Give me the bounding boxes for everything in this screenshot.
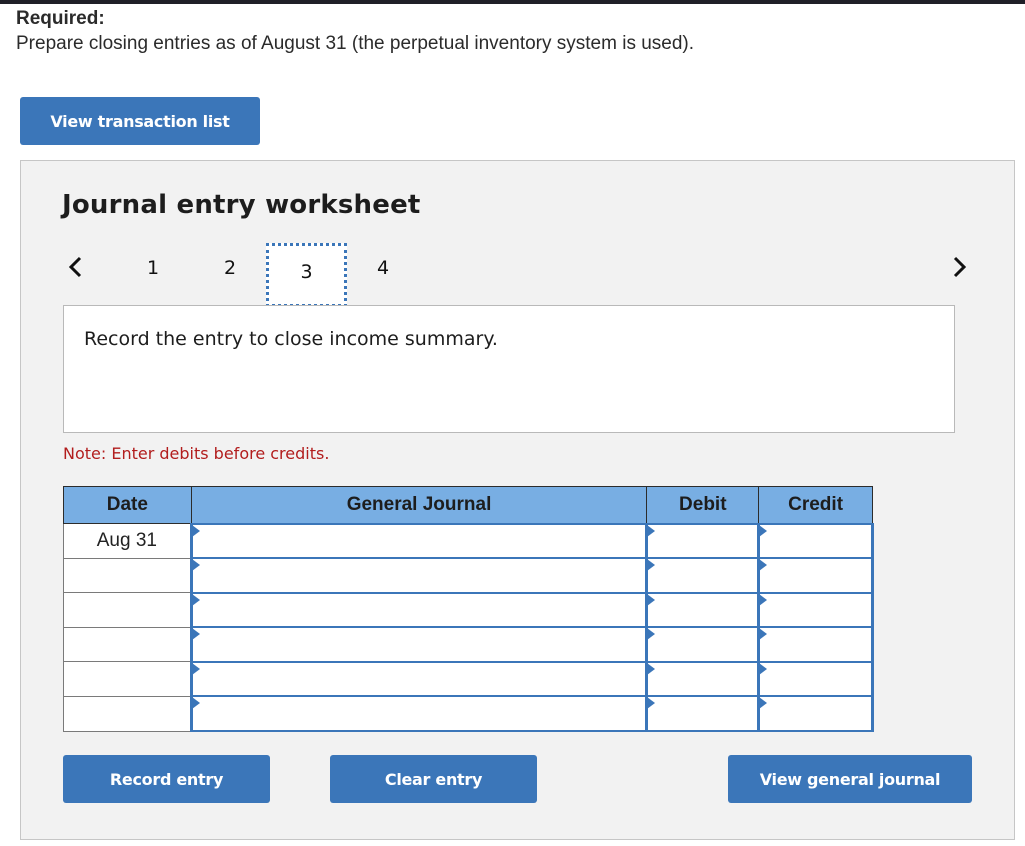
credit-cell <box>757 591 874 629</box>
view-general-journal-button[interactable]: View general journal <box>728 755 972 803</box>
prev-page-button[interactable] <box>64 252 88 282</box>
date-cell <box>63 626 192 663</box>
journal-table: Date General Journal Debit Credit Aug 31 <box>63 486 874 733</box>
debit-input[interactable] <box>648 662 758 696</box>
clear-entry-button[interactable]: Clear entry <box>330 755 537 803</box>
credit-input[interactable] <box>760 524 871 558</box>
note-text: Note: Enter debits before credits. <box>63 444 330 463</box>
chevron-left-icon <box>68 256 82 278</box>
worksheet-title: Journal entry worksheet <box>62 190 421 220</box>
credit-cell <box>757 626 874 663</box>
credit-input[interactable] <box>760 559 871 592</box>
account-cell <box>189 557 649 594</box>
credit-cell <box>757 660 874 698</box>
table-row: Aug 31 <box>63 522 874 560</box>
credit-input[interactable] <box>760 662 871 696</box>
required-label: Required: <box>16 8 105 29</box>
date-cell <box>63 592 192 628</box>
debit-input[interactable] <box>648 524 758 558</box>
table-row <box>63 660 874 698</box>
credit-cell <box>757 695 874 733</box>
debit-cell <box>645 591 761 629</box>
next-page-button[interactable] <box>948 252 972 282</box>
view-transaction-list-button[interactable]: View transaction list <box>20 97 260 145</box>
table-row <box>63 695 874 733</box>
column-header-general-journal: General Journal <box>190 486 648 524</box>
debit-input[interactable] <box>648 697 758 731</box>
credit-cell <box>757 557 874 594</box>
debit-cell <box>645 695 761 733</box>
page-tab-2[interactable]: 2 <box>210 250 250 286</box>
account-cell <box>189 660 649 698</box>
credit-input[interactable] <box>760 593 871 627</box>
account-input[interactable] <box>192 662 646 696</box>
debit-cell <box>645 626 761 663</box>
account-cell <box>189 522 649 560</box>
instruction-text: Prepare closing entries as of August 31 … <box>16 33 695 54</box>
record-entry-button[interactable]: Record entry <box>63 755 270 803</box>
page-tab-4[interactable]: 4 <box>363 250 403 286</box>
debit-input[interactable] <box>648 559 758 592</box>
debit-input[interactable] <box>648 593 758 627</box>
debit-input[interactable] <box>648 628 758 661</box>
debit-cell <box>645 660 761 698</box>
credit-input[interactable] <box>760 697 871 731</box>
column-header-debit: Debit <box>646 486 760 524</box>
account-cell <box>189 626 649 663</box>
account-input[interactable] <box>192 559 646 592</box>
date-cell: Aug 31 <box>63 523 192 559</box>
prompt-box: Record the entry to close income summary… <box>63 305 955 433</box>
debit-cell <box>645 522 761 560</box>
table-row <box>63 591 874 629</box>
date-cell <box>63 661 192 697</box>
page-tab-1[interactable]: 1 <box>133 250 173 286</box>
account-input[interactable] <box>192 628 646 661</box>
prompt-text: Record the entry to close income summary… <box>84 328 498 350</box>
column-header-date: Date <box>63 486 192 524</box>
page-tab-3-active[interactable]: 3 <box>266 243 347 307</box>
column-header-credit: Credit <box>758 486 873 524</box>
credit-input[interactable] <box>760 628 871 661</box>
account-cell <box>189 591 649 629</box>
account-cell <box>189 695 649 733</box>
debit-cell <box>645 557 761 594</box>
table-header-row: Date General Journal Debit Credit <box>63 486 873 524</box>
date-cell <box>63 695 192 732</box>
top-bar <box>0 0 1025 4</box>
account-input[interactable] <box>192 593 646 627</box>
account-input[interactable] <box>192 524 646 558</box>
credit-cell <box>757 522 874 560</box>
chevron-right-icon <box>953 256 967 278</box>
table-row <box>63 557 874 594</box>
table-row <box>63 626 874 663</box>
account-input[interactable] <box>192 697 646 731</box>
date-cell <box>63 557 192 594</box>
